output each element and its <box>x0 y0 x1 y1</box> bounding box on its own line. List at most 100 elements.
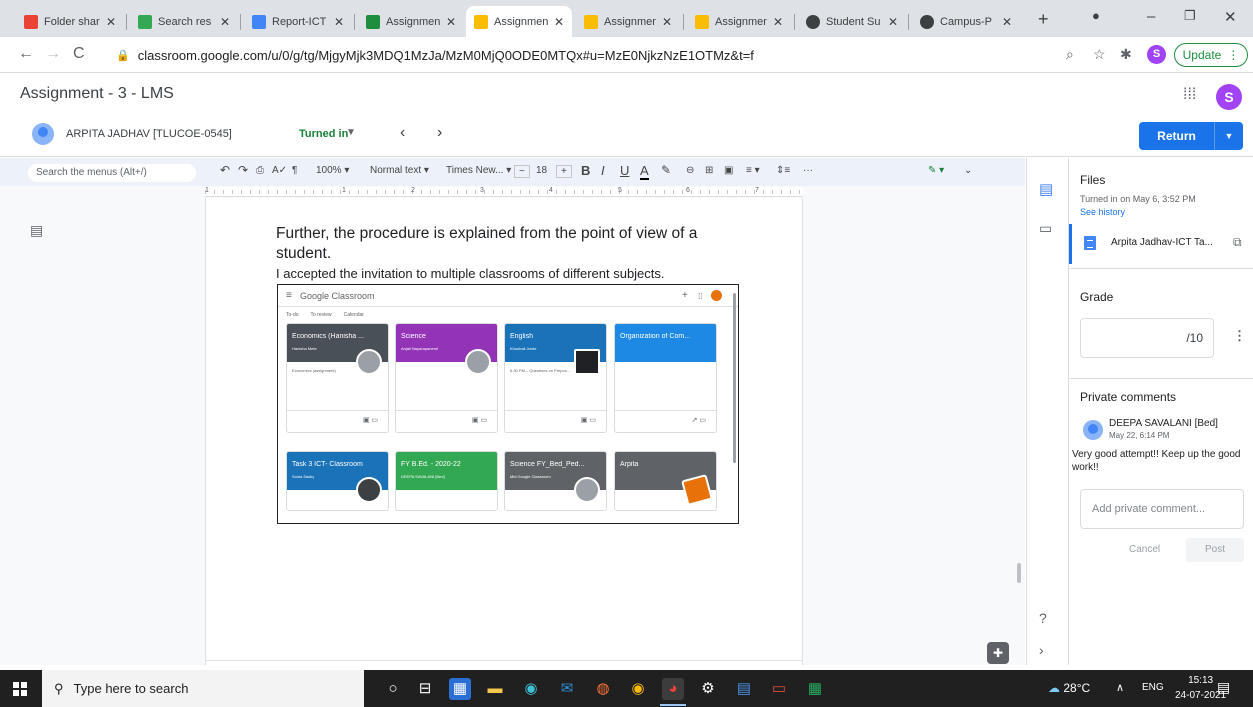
language-indicator[interactable]: ENG <box>1142 682 1164 693</box>
notifications-icon[interactable]: ▤ <box>1217 679 1230 696</box>
hide-menus-icon[interactable]: ⌄ <box>964 165 972 176</box>
zoom-icon[interactable]: ⌕ <box>1066 46 1074 63</box>
edge-icon[interactable]: ◉ <box>520 678 542 700</box>
close-tab-icon[interactable]: ✕ <box>1002 15 1012 29</box>
grade-input[interactable]: /10 <box>1080 318 1214 358</box>
bold-icon[interactable]: B <box>581 163 590 178</box>
task-view-icon[interactable]: ⊟ <box>414 678 436 700</box>
style-select[interactable]: Normal text ▾ <box>370 165 429 176</box>
app-icon[interactable]: ◉ <box>627 678 649 700</box>
document-scrollbar[interactable] <box>1017 563 1021 583</box>
browser-tab-drive[interactable]: Search res ✕ <box>130 6 238 37</box>
browser-tab-docs[interactable]: Report-ICT ✕ <box>244 6 352 37</box>
minimize-button[interactable]: – <box>1147 8 1155 25</box>
browser-profile-avatar[interactable]: S <box>1147 45 1166 64</box>
more-icon[interactable]: ··· <box>803 165 813 176</box>
previous-student-button[interactable]: ‹ <box>400 124 405 142</box>
new-tab-button[interactable]: + <box>1038 9 1049 30</box>
browser-tab-campus[interactable]: Campus-P ✕ <box>912 6 1020 37</box>
zoom-select[interactable]: 100% ▾ <box>316 165 349 176</box>
browser-tab-gmail[interactable]: Folder shar ✕ <box>16 6 124 37</box>
font-size-increase[interactable]: + <box>556 165 572 178</box>
redo-icon[interactable]: ↷ <box>238 163 248 177</box>
return-button[interactable]: Return ▼ <box>1139 122 1243 150</box>
bookmark-star-icon[interactable]: ☆ <box>1093 46 1106 63</box>
spellcheck-icon[interactable]: A✓ <box>272 165 287 176</box>
excel-icon[interactable]: ▦ <box>804 678 826 700</box>
comments-panel-icon[interactable]: ▭ <box>1039 220 1052 237</box>
editing-mode-icon[interactable]: ✎ ▾ <box>928 165 944 176</box>
taskbar-search[interactable]: ⚲ Type here to search <box>42 670 364 707</box>
close-tab-icon[interactable]: ✕ <box>446 15 456 29</box>
close-tab-icon[interactable]: ✕ <box>220 15 230 29</box>
firefox-icon[interactable]: ◍ <box>592 678 614 700</box>
tray-chevron-icon[interactable]: ∧ <box>1116 681 1124 694</box>
return-dropdown-icon[interactable]: ▼ <box>1215 122 1243 150</box>
browser-tab-assignment-4[interactable]: Assignmen ✕ <box>687 6 791 37</box>
mail-icon[interactable]: ✉ <box>556 678 578 700</box>
document-outline-icon[interactable]: ▤ <box>30 222 43 239</box>
link-icon[interactable]: ⊖ <box>686 165 694 176</box>
files-panel-icon[interactable]: ▤ <box>1039 180 1053 198</box>
settings-icon[interactable]: ⚙ <box>697 678 719 700</box>
update-button[interactable]: Update ⋮ <box>1174 43 1248 67</box>
submission-status[interactable]: Turned in <box>299 128 348 140</box>
align-icon[interactable]: ≡ ▾ <box>746 165 760 176</box>
see-history-link[interactable]: See history <box>1080 207 1125 217</box>
browser-tab-assignment-1[interactable]: Assignmen ✕ <box>358 6 464 37</box>
cortana-icon[interactable]: ○ <box>382 678 404 700</box>
status-dropdown-icon[interactable]: ▼ <box>346 127 356 138</box>
underline-icon[interactable]: U <box>620 163 629 178</box>
browser-tab-assignment-3[interactable]: Assignmen ✕ <box>576 6 680 37</box>
open-external-icon[interactable]: ⧉ <box>1233 235 1242 250</box>
font-select[interactable]: Times New... ▾ <box>446 165 511 176</box>
apps-grid-icon[interactable]: ⁞⁞⁞ <box>1183 86 1196 104</box>
italic-icon[interactable]: I <box>601 163 605 178</box>
chrome-icon[interactable]: ◕ <box>662 678 684 700</box>
highlight-icon[interactable]: ✎ <box>661 163 671 177</box>
paint-format-icon[interactable]: ¶ <box>292 165 297 176</box>
close-tab-icon[interactable]: ✕ <box>773 15 783 29</box>
nav-item: To review <box>310 312 332 318</box>
browser-tab-student-support[interactable]: Student Su ✕ <box>798 6 906 37</box>
close-window-button[interactable]: ✕ <box>1224 8 1237 26</box>
undo-icon[interactable]: ↶ <box>220 163 230 177</box>
extensions-icon[interactable]: ✱ <box>1120 46 1132 63</box>
private-comment-input[interactable]: Add private comment... <box>1080 489 1244 529</box>
address-bar[interactable]: 🔒 classroom.google.com/u/0/g/tg/MjgyMjk3… <box>104 42 1074 68</box>
explore-button[interactable]: ✚ <box>987 642 1009 664</box>
back-button[interactable]: ← <box>18 45 34 63</box>
close-tab-icon[interactable]: ✕ <box>334 15 344 29</box>
close-tab-icon[interactable]: ✕ <box>106 15 116 29</box>
word-icon[interactable]: ▤ <box>733 678 755 700</box>
windows-start-icon[interactable] <box>13 682 27 696</box>
account-avatar[interactable]: S <box>1216 84 1242 110</box>
acrobat-icon[interactable]: ▭ <box>768 678 790 700</box>
browser-tab-assignment-active[interactable]: Assignmen ✕ <box>466 6 572 37</box>
maximize-button[interactable]: ❐ <box>1184 8 1196 24</box>
file-explorer-icon[interactable]: ▬ <box>484 678 506 700</box>
comment-icon[interactable]: ⊞ <box>705 165 713 176</box>
line-spacing-icon[interactable]: ⇕≡ <box>776 165 790 176</box>
cancel-button[interactable]: Cancel <box>1129 544 1160 555</box>
close-tab-icon[interactable]: ✕ <box>554 15 564 29</box>
attachment-item[interactable]: Arpita Jadhav-ICT Ta... ⧉ <box>1069 224 1253 264</box>
store-icon[interactable]: ▦ <box>449 678 471 700</box>
print-icon[interactable]: ⎙ <box>256 165 264 176</box>
next-student-button[interactable]: › <box>437 124 442 142</box>
grade-more-icon[interactable]: ⋮ <box>1233 328 1246 344</box>
post-button[interactable]: Post <box>1186 538 1244 562</box>
weather-widget[interactable]: ☁ 28°C <box>1048 681 1090 695</box>
close-tab-icon[interactable]: ✕ <box>662 15 672 29</box>
font-size-input[interactable]: 18 <box>536 165 547 176</box>
close-tab-icon[interactable]: ✕ <box>888 15 898 29</box>
collapse-icon[interactable]: › <box>1039 642 1044 658</box>
media-icon[interactable]: ● <box>1092 8 1100 23</box>
menu-search-input[interactable]: Search the menus (Alt+/) <box>28 164 196 182</box>
reload-button[interactable]: C <box>73 45 85 63</box>
text-color-icon[interactable]: A <box>640 163 649 180</box>
font-size-decrease[interactable]: − <box>514 165 530 178</box>
forward-button[interactable]: → <box>45 45 61 63</box>
image-icon[interactable]: ▣ <box>724 165 733 176</box>
help-icon[interactable]: ? <box>1039 610 1047 626</box>
